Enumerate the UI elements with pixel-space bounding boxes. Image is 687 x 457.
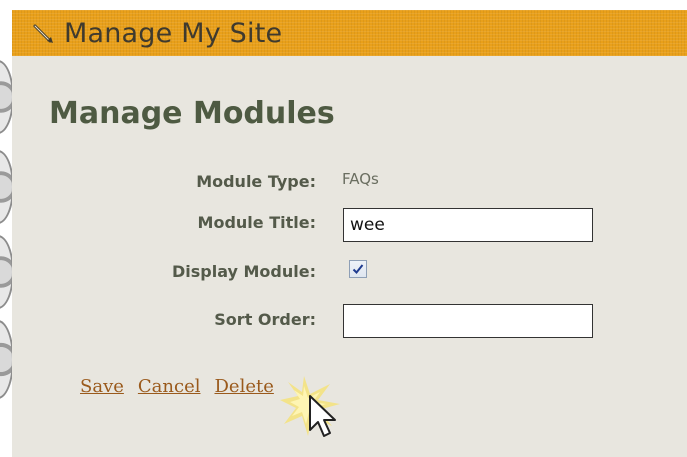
manage-site-page: Manage My Site Manage Modules Module Typ… (0, 0, 687, 457)
display-module-checkbox[interactable] (349, 260, 367, 278)
mouse-pointer-icon (309, 395, 336, 437)
delete-link[interactable]: Delete (214, 376, 273, 397)
sort-order-row: Sort Order: (12, 304, 687, 338)
checkmark-icon (352, 264, 364, 274)
header-title: Manage My Site (64, 17, 283, 49)
sort-order-label: Sort Order: (214, 310, 316, 329)
content-panel: Manage Modules Module Type: FAQs Module … (12, 56, 687, 457)
sort-order-input[interactable] (343, 304, 593, 338)
action-links: Save Cancel Delete (80, 376, 274, 397)
display-module-row: Display Module: (12, 260, 687, 290)
save-link[interactable]: Save (80, 376, 124, 397)
module-type-value: FAQs (342, 170, 379, 188)
cancel-link[interactable]: Cancel (138, 376, 201, 397)
site-header: Manage My Site (12, 10, 687, 56)
cursor-overlay (280, 374, 360, 454)
click-burst-icon (280, 376, 340, 436)
display-module-label: Display Module: (171, 262, 316, 281)
left-decorative-edge (0, 0, 14, 457)
module-type-label: Module Type: (196, 172, 316, 191)
pencil-icon (32, 22, 54, 44)
module-type-row: Module Type: FAQs (12, 168, 687, 198)
page-title: Manage Modules (49, 96, 335, 131)
module-title-label: Module Title: (197, 213, 316, 232)
module-title-row: Module Title: (12, 208, 687, 242)
module-title-input[interactable] (343, 208, 593, 242)
